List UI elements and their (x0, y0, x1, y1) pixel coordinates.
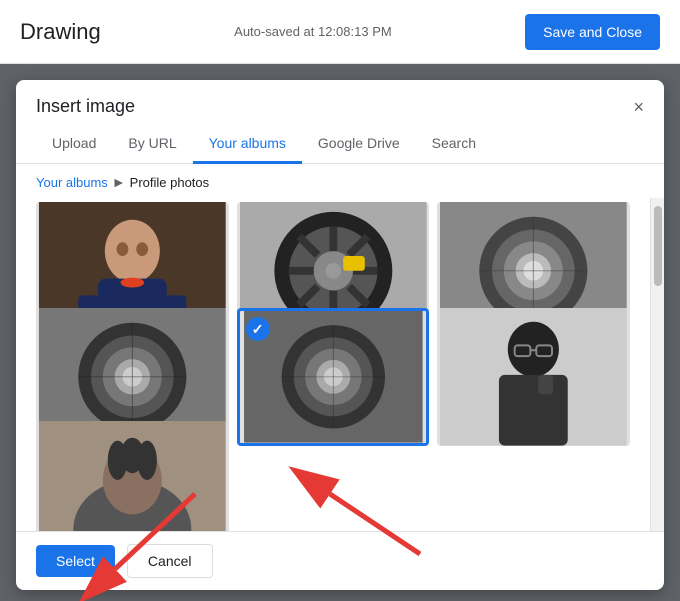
top-bar: Drawing Auto-saved at 12:08:13 PM Save a… (0, 0, 680, 64)
tab-upload[interactable]: Upload (36, 125, 112, 164)
selected-check-badge: ✓ (246, 317, 270, 341)
tab-google-drive[interactable]: Google Drive (302, 125, 416, 164)
save-close-button[interactable]: Save and Close (525, 14, 660, 50)
cancel-button[interactable]: Cancel (127, 544, 213, 578)
tab-by-url[interactable]: By URL (112, 125, 192, 164)
background-area: Insert image × Upload By URL Your albums… (0, 64, 680, 601)
scrollbar-track[interactable] (650, 198, 664, 531)
insert-image-dialog: Insert image × Upload By URL Your albums… (16, 80, 664, 590)
dialog-footer: Select Cancel (16, 531, 664, 590)
tabs-bar: Upload By URL Your albums Google Drive S… (16, 125, 664, 164)
select-button[interactable]: Select (36, 545, 115, 577)
image-cell-7[interactable] (36, 421, 229, 531)
image-grid: ✓ (16, 198, 650, 531)
breadcrumb-separator: ► (112, 174, 126, 190)
breadcrumb-current: Profile photos (130, 175, 210, 190)
autosave-status: Auto-saved at 12:08:13 PM (234, 24, 392, 39)
breadcrumb-parent[interactable]: Your albums (36, 175, 108, 190)
breadcrumb: Your albums ► Profile photos (16, 164, 664, 198)
image-cell-5[interactable]: ✓ (237, 308, 430, 446)
dialog-title: Insert image (36, 96, 135, 117)
tab-your-albums[interactable]: Your albums (193, 125, 302, 164)
dialog-header: Insert image × (16, 80, 664, 125)
dialog-close-button[interactable]: × (633, 98, 644, 116)
image-grid-wrapper: ✓ (16, 198, 664, 531)
image-cell-6[interactable] (437, 308, 630, 446)
scrollbar-thumb[interactable] (654, 206, 662, 286)
tab-search[interactable]: Search (416, 125, 492, 164)
app-title: Drawing (20, 19, 101, 45)
